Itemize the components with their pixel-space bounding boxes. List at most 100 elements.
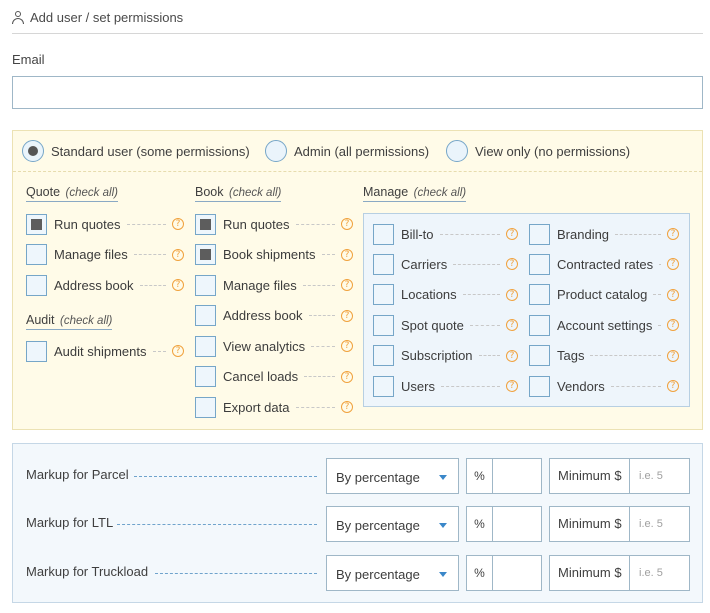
permission-manage-1[interactable]: Carriers? [373, 253, 518, 275]
help-icon[interactable]: ? [172, 248, 184, 261]
markup-panel: Markup for Parcel By percentage % Minimu… [12, 443, 703, 603]
checkbox[interactable] [373, 223, 394, 245]
checkbox[interactable] [195, 305, 216, 326]
permission-manage-10[interactable]: Tags? [529, 345, 679, 367]
markup-method-select[interactable]: By percentage [326, 506, 459, 542]
percent-input[interactable] [494, 507, 541, 541]
checkbox[interactable] [529, 375, 550, 397]
percent-label: % [467, 459, 493, 493]
help-icon[interactable]: ? [341, 248, 353, 261]
markup-method-select[interactable]: By percentage [326, 458, 459, 494]
help-icon[interactable]: ? [506, 319, 518, 332]
help-icon[interactable]: ? [506, 228, 518, 240]
help-icon[interactable]: ? [506, 258, 518, 271]
role-standard[interactable]: Standard user (some permissions) [22, 140, 250, 162]
help-icon[interactable]: ? [667, 380, 679, 392]
leader-line [440, 385, 500, 387]
markup-method-select[interactable]: By percentage [326, 555, 459, 591]
checkbox[interactable] [195, 396, 216, 418]
permission-manage-3[interactable]: Spot quote? [373, 314, 518, 336]
help-icon[interactable]: ? [667, 349, 679, 362]
checkbox[interactable] [373, 345, 394, 367]
minimum-input[interactable]: i.e. 5 [639, 556, 663, 590]
checkbox[interactable] [529, 345, 550, 367]
help-icon[interactable]: ? [506, 288, 518, 301]
help-icon[interactable]: ? [341, 401, 353, 413]
permission-manage-0[interactable]: Bill-to? [373, 223, 518, 245]
permission-book-1[interactable]: Book shipments? [195, 244, 353, 266]
permission-manage-4[interactable]: Subscription? [373, 345, 518, 367]
percent-input[interactable] [494, 556, 541, 590]
minimum-label: Minimum $ [550, 459, 630, 493]
help-icon[interactable]: ? [667, 288, 679, 301]
permission-manage-8[interactable]: Product catalog? [529, 284, 679, 306]
help-icon[interactable]: ? [667, 228, 679, 240]
checkbox[interactable] [373, 314, 394, 336]
checkbox[interactable] [529, 314, 550, 336]
permission-book-5[interactable]: Cancel loads? [195, 366, 353, 388]
help-icon[interactable]: ? [667, 258, 679, 271]
permission-audit-0[interactable]: Audit shipments? [26, 340, 184, 362]
permission-manage-9[interactable]: Account settings? [529, 314, 679, 336]
permission-label: Branding [557, 226, 610, 242]
checkbox[interactable] [195, 335, 216, 357]
permission-manage-5[interactable]: Users? [373, 375, 518, 397]
checkbox[interactable] [373, 375, 394, 397]
help-icon[interactable]: ? [341, 218, 353, 230]
leader-line [658, 324, 661, 326]
book-check-all[interactable]: (check all) [229, 187, 281, 199]
chevron-down-icon [439, 572, 447, 577]
permission-manage-6[interactable]: Branding? [529, 223, 679, 245]
checkbox[interactable] [195, 213, 216, 235]
role-admin[interactable]: Admin (all permissions) [265, 140, 429, 162]
checkbox[interactable] [195, 366, 216, 387]
permission-manage-11[interactable]: Vendors? [529, 375, 679, 397]
help-icon[interactable]: ? [341, 370, 353, 383]
help-icon[interactable]: ? [506, 349, 518, 362]
permission-book-3[interactable]: Address book? [195, 305, 353, 327]
minimum-input[interactable]: i.e. 5 [639, 507, 663, 541]
checkbox[interactable] [26, 274, 47, 296]
permission-quote-2[interactable]: Address book? [26, 274, 184, 296]
leader-line [469, 324, 500, 326]
audit-check-all[interactable]: (check all) [60, 315, 112, 327]
help-icon[interactable]: ? [667, 319, 679, 332]
permission-label: Account settings [557, 317, 653, 333]
checkbox[interactable] [529, 253, 550, 275]
checkbox[interactable] [529, 223, 550, 245]
permission-book-0[interactable]: Run quotes? [195, 213, 353, 235]
permission-book-2[interactable]: Manage files? [195, 274, 353, 296]
role-view-only[interactable]: View only (no permissions) [446, 140, 630, 162]
help-icon[interactable]: ? [506, 380, 518, 392]
permissions-panel: Standard user (some permissions) Admin (… [12, 130, 703, 430]
checkbox[interactable] [373, 284, 394, 306]
checkbox[interactable] [195, 244, 216, 265]
manage-check-all[interactable]: (check all) [414, 187, 466, 199]
permission-manage-7[interactable]: Contracted rates? [529, 253, 679, 275]
permission-manage-2[interactable]: Locations? [373, 284, 518, 306]
checkbox[interactable] [26, 213, 47, 235]
checkbox[interactable] [373, 253, 394, 275]
percent-input[interactable] [494, 459, 541, 493]
radio-view-only[interactable] [446, 140, 468, 162]
minimum-input[interactable]: i.e. 5 [639, 459, 663, 493]
checkbox[interactable] [26, 340, 47, 362]
help-icon[interactable]: ? [172, 218, 184, 230]
permission-quote-1[interactable]: Manage files? [26, 244, 184, 266]
permission-book-4[interactable]: View analytics? [195, 335, 353, 357]
permission-quote-0[interactable]: Run quotes? [26, 213, 184, 235]
help-icon[interactable]: ? [172, 279, 184, 291]
email-field[interactable] [12, 76, 703, 109]
markup-method-value: By percentage [336, 518, 420, 533]
radio-standard[interactable] [22, 140, 44, 162]
permission-book-6[interactable]: Export data? [195, 396, 353, 418]
quote-check-all[interactable]: (check all) [66, 187, 118, 199]
checkbox[interactable] [26, 244, 47, 265]
checkbox[interactable] [195, 274, 216, 296]
checkbox[interactable] [529, 284, 550, 306]
radio-admin[interactable] [265, 140, 287, 162]
help-icon[interactable]: ? [341, 279, 353, 291]
help-icon[interactable]: ? [341, 340, 353, 352]
help-icon[interactable]: ? [172, 345, 184, 357]
help-icon[interactable]: ? [341, 309, 353, 322]
